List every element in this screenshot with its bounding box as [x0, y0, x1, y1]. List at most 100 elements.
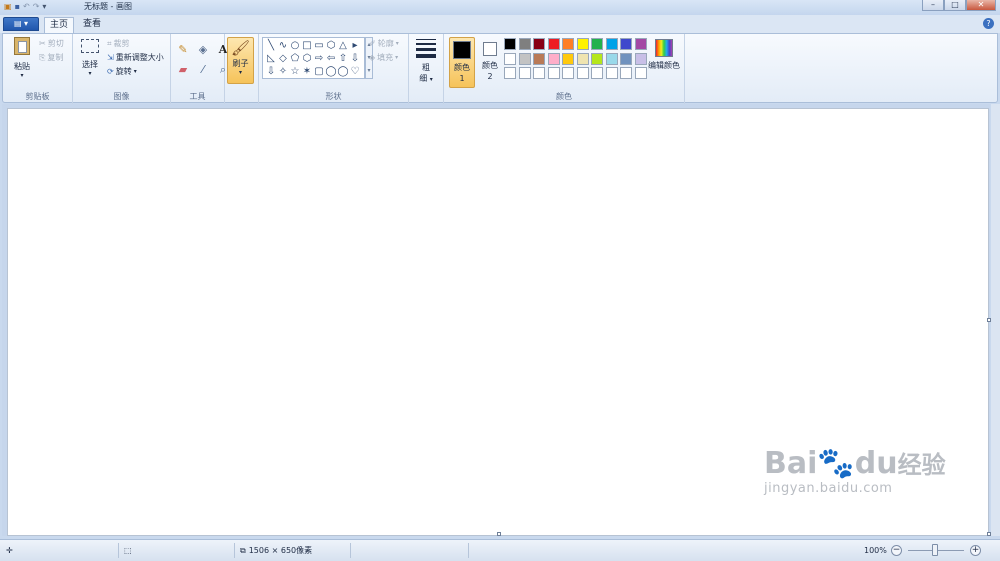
shape-item[interactable]: ◇	[277, 52, 289, 65]
shape-item[interactable]: ◯	[337, 65, 349, 78]
color-swatch[interactable]	[533, 38, 545, 50]
resize-handle-bottom[interactable]	[497, 532, 501, 536]
color-swatch[interactable]	[576, 38, 589, 50]
shape-item[interactable]: ◺	[265, 52, 277, 65]
color-swatch[interactable]	[504, 52, 516, 65]
save-icon[interactable]: ▪	[15, 1, 20, 13]
color-swatch[interactable]	[547, 38, 560, 50]
color-swatch[interactable]	[605, 52, 618, 65]
shape-item[interactable]: ⬡	[301, 52, 313, 65]
shape-item[interactable]: ⬡	[325, 39, 337, 52]
color-swatch[interactable]	[634, 38, 647, 50]
cut-button[interactable]: ✂ 剪切	[39, 38, 64, 49]
color-swatch[interactable]	[562, 52, 574, 65]
zoom-slider-thumb[interactable]	[932, 544, 938, 556]
shape-item[interactable]: ╲	[265, 39, 277, 52]
shape-item[interactable]: ✶	[301, 65, 313, 78]
color-swatch[interactable]	[518, 38, 531, 50]
copy-icon: ⎘	[39, 53, 46, 62]
shape-item[interactable]: ⇦	[325, 52, 337, 65]
colors-group-label: 颜色	[556, 92, 572, 101]
eraser-icon[interactable]: ▰	[176, 63, 190, 77]
zoom-in-button[interactable]: +	[970, 545, 981, 556]
shape-item[interactable]: ⇩	[349, 52, 361, 65]
shape-item[interactable]: ⇨	[313, 52, 325, 65]
copy-button[interactable]: ⎘ 复制	[39, 52, 63, 63]
outline-button[interactable]: ✐ 轮廓 ▾	[369, 38, 399, 49]
dropdown-icon[interactable]: ▾	[42, 1, 46, 13]
color-swatch[interactable]	[634, 67, 647, 79]
shape-item[interactable]: ○	[289, 39, 301, 52]
color-swatch[interactable]	[605, 67, 618, 79]
minimize-button[interactable]: –	[922, 0, 944, 11]
color-swatch[interactable]	[620, 52, 632, 65]
shapes-gallery[interactable]: ╲ ∿ ○ □ ▭ ⬡ △ ▸ ◺ ◇ ⬠ ⬡ ⇨ ⇦ ⇧ ⇩ ⇩ ✧ ☆ ✶ ▢ ◯ ◯ ♡	[262, 37, 365, 79]
shape-item[interactable]: ⬠	[289, 52, 301, 65]
shape-item[interactable]: ◯	[325, 65, 337, 78]
fill-bucket-icon[interactable]: ◈	[196, 43, 210, 57]
paste-button[interactable]: 粘贴 ▾	[9, 37, 35, 79]
shape-item[interactable]: △	[337, 39, 349, 52]
shape-item[interactable]: ⇩	[265, 65, 277, 78]
color-swatch[interactable]	[620, 38, 632, 50]
status-bar: ✛ ⬚ ⧉ 1506 × 650像素 100% − +	[0, 539, 1000, 561]
vertical-scrollbar[interactable]	[991, 104, 1000, 536]
color-swatch[interactable]	[504, 38, 516, 50]
color-swatch[interactable]	[547, 52, 560, 65]
shape-item[interactable]: ▭	[313, 39, 325, 52]
undo-icon[interactable]: ↶	[23, 1, 30, 13]
color-swatch[interactable]	[576, 67, 589, 79]
redo-icon[interactable]: ↷	[33, 1, 40, 13]
rotate-button[interactable]: ⟳ 旋转 ▾	[107, 66, 137, 77]
color-swatch[interactable]	[634, 52, 647, 65]
color-swatch[interactable]	[591, 38, 603, 50]
watermark-url: jingyan.baidu.com	[764, 481, 893, 496]
file-menu-button[interactable]: ▤ ▾	[3, 17, 39, 31]
color1-button[interactable]: 颜色 1	[449, 37, 475, 88]
shape-item[interactable]: □	[301, 39, 313, 52]
color-swatch[interactable]	[562, 38, 574, 50]
shape-item[interactable]: ⇧	[337, 52, 349, 65]
color-swatch[interactable]	[620, 67, 632, 79]
color-swatch[interactable]	[533, 52, 545, 65]
shape-item[interactable]: ▢	[313, 65, 325, 78]
image-size-icon: ⧉	[240, 546, 246, 555]
image-group: 选择 ▾ ⌗ 裁剪 ⇲ 重新调整大小 ⟳ 旋转 ▾ 图像	[73, 34, 171, 104]
color-swatch[interactable]	[547, 67, 560, 79]
watermark-brand: Bai🐾du	[764, 446, 898, 481]
shape-item[interactable]: ✧	[277, 65, 289, 78]
paint-app-icon[interactable]: ▣	[4, 1, 12, 13]
color-swatch[interactable]	[562, 67, 574, 79]
color-swatch[interactable]	[605, 38, 618, 50]
resize-button[interactable]: ⇲ 重新调整大小	[107, 52, 164, 63]
shape-item[interactable]: ☆	[289, 65, 301, 78]
tab-view[interactable]: 查看	[78, 17, 106, 33]
maximize-button[interactable]: □	[944, 0, 966, 11]
color2-button[interactable]: 颜色 2	[478, 37, 502, 88]
color-swatch[interactable]	[533, 67, 545, 79]
size-label-line2: 细 ▾	[419, 74, 433, 83]
color-swatch[interactable]	[518, 52, 531, 65]
zoom-out-button[interactable]: −	[891, 545, 902, 556]
chevron-down-icon: ▾	[20, 72, 24, 79]
color-picker-icon[interactable]: ⁄	[196, 63, 210, 77]
color-swatch[interactable]	[504, 67, 516, 79]
color-swatch[interactable]	[576, 52, 589, 65]
color-swatch[interactable]	[591, 67, 603, 79]
color-swatch[interactable]	[591, 52, 603, 65]
pencil-icon[interactable]: ✎	[176, 43, 190, 57]
shape-item[interactable]: ▸	[349, 39, 361, 52]
size-button[interactable]: 粗 细 ▾	[413, 39, 439, 84]
brushes-button[interactable]: 🖌 刷子 ▾	[227, 37, 254, 84]
select-button[interactable]: 选择 ▾	[79, 39, 101, 77]
edit-colors-button[interactable]: 编辑颜色	[647, 39, 681, 71]
fill-button[interactable]: ◈ 填充 ▾	[369, 52, 398, 63]
crop-button[interactable]: ⌗ 裁剪	[107, 38, 130, 49]
shape-item[interactable]: ♡	[349, 65, 361, 78]
tab-home[interactable]: 主页	[44, 17, 74, 33]
help-icon[interactable]: ?	[983, 18, 994, 29]
cut-label: 剪切	[47, 39, 64, 48]
color-swatch[interactable]	[518, 67, 531, 79]
close-button[interactable]: ✕	[966, 0, 996, 11]
shape-item[interactable]: ∿	[277, 39, 289, 52]
